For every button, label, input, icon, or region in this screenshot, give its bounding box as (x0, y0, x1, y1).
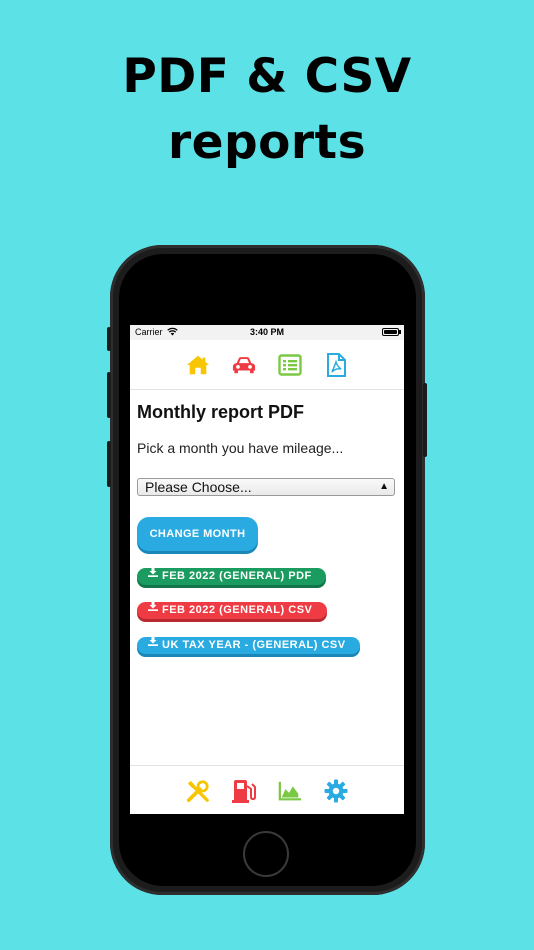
download-tax-year-button[interactable]: UK TAX YEAR - (GENERAL) CSV (137, 635, 360, 654)
download-pdf-button[interactable]: FEB 2022 (GENERAL) PDF (137, 566, 326, 585)
month-select[interactable]: Please Choose... ▲︎ (137, 478, 395, 496)
fuel-pump-icon[interactable] (232, 779, 256, 803)
volume-up-button (107, 372, 111, 418)
headline-line-2: reports (167, 115, 367, 170)
car-icon[interactable] (232, 353, 256, 377)
gear-icon[interactable] (324, 779, 348, 803)
battery-icon (382, 328, 399, 336)
page-title: Monthly report PDF (137, 402, 304, 422)
headline-line-1: PDF & CSV (122, 49, 412, 104)
download-tax-year-label: UK TAX YEAR - (GENERAL) CSV (162, 639, 346, 651)
select-caret-icon: ▲︎ (379, 481, 389, 492)
battery-nub (399, 330, 401, 334)
download-icon (148, 566, 158, 583)
download-icon (148, 635, 158, 652)
area-chart-icon[interactable] (278, 779, 302, 803)
pdf-file-icon[interactable] (324, 352, 348, 377)
download-pdf-label: FEB 2022 (GENERAL) PDF (162, 570, 312, 582)
status-bar: Carrier 3:40 PM (130, 325, 404, 340)
download-icon (148, 600, 158, 617)
mute-switch (107, 327, 111, 351)
bottom-nav (130, 765, 404, 814)
download-csv-button[interactable]: FEB 2022 (GENERAL) CSV (137, 600, 327, 619)
app-screen: Carrier 3:40 PM Monthly report PDF Pick … (130, 325, 404, 814)
power-button (423, 383, 427, 457)
promo-headline: PDF & CSV reports (0, 44, 534, 176)
page-subtitle: Pick a month you have mileage... (137, 440, 344, 456)
list-icon[interactable] (278, 353, 302, 377)
top-nav (130, 340, 404, 390)
month-select-value: Please Choose... (145, 479, 252, 495)
tools-icon[interactable] (186, 779, 210, 803)
change-month-button[interactable]: CHANGE MONTH (137, 517, 258, 551)
status-time: 3:40 PM (249, 327, 284, 337)
phone-home-button[interactable] (243, 831, 289, 877)
download-csv-label: FEB 2022 (GENERAL) CSV (162, 604, 313, 616)
home-icon[interactable] (186, 353, 210, 377)
volume-down-button (107, 441, 111, 487)
